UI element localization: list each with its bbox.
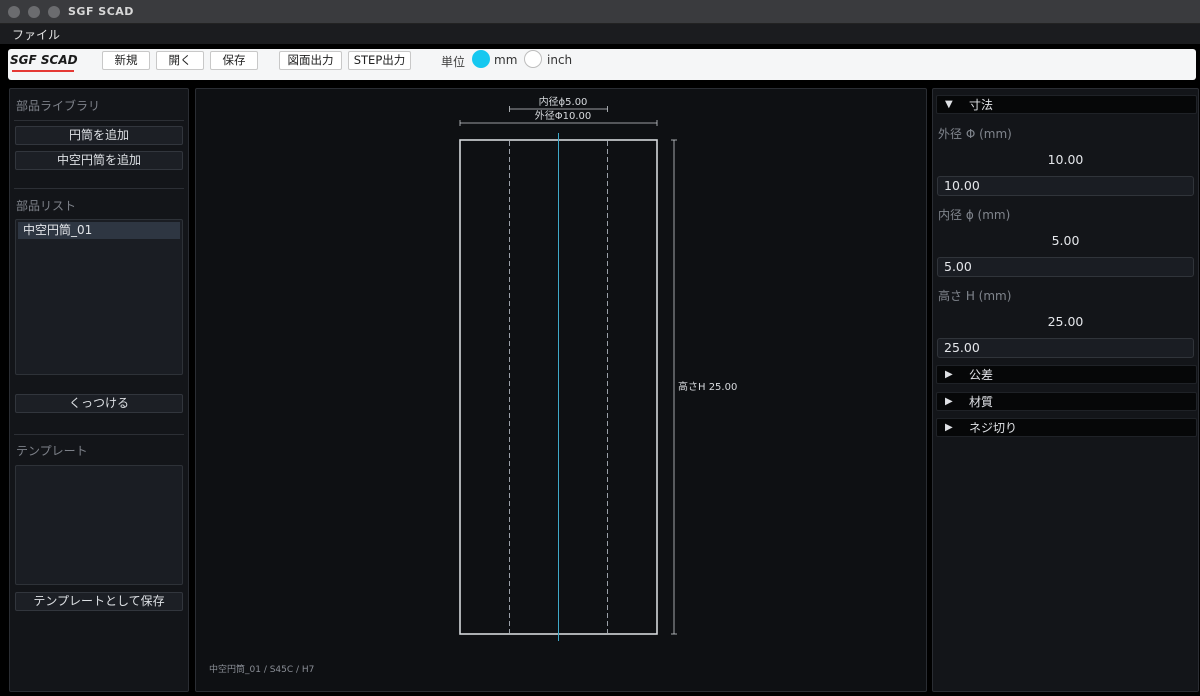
parts-list-title: 部品リスト xyxy=(16,199,77,213)
zoom-window-icon[interactable] xyxy=(48,6,60,18)
menu-bar: ファイル xyxy=(0,24,1200,44)
close-window-icon[interactable] xyxy=(8,6,20,18)
minimize-window-icon[interactable] xyxy=(28,6,40,18)
drawing-svg: 内径ϕ5.00 外径Φ10.00 高さH 25.00 xyxy=(459,95,737,641)
outer-diameter-input[interactable]: 10.00 xyxy=(937,176,1194,196)
material-header-label: 材質 xyxy=(969,395,994,409)
triangle-down-icon: ▼ xyxy=(945,99,953,110)
parts-library-title: 部品ライブラリ xyxy=(16,99,101,113)
menu-file[interactable]: ファイル xyxy=(12,26,60,43)
template-title: テンプレート xyxy=(16,444,88,458)
triangle-right-icon: ▶ xyxy=(945,396,953,407)
properties-panel: ▼ 寸法 外径 Φ (mm) 10.00 10.00 内径 ϕ (mm) 5.0… xyxy=(932,88,1199,692)
toolbar: SGF SCAD 新規 開く 保存 図面出力 STEP出力 単位 mm inch xyxy=(8,49,1196,80)
thread-accordion[interactable]: ▶ ネジ切り xyxy=(936,418,1197,437)
triangle-right-icon: ▶ xyxy=(945,422,953,433)
inner-diameter-value: 5.00 xyxy=(1051,233,1080,248)
unit-mm-label[interactable]: mm xyxy=(494,53,517,67)
brand-logo: SGF SCAD xyxy=(10,53,78,67)
save-button[interactable]: 保存 xyxy=(210,51,258,70)
inner-diameter-input[interactable]: 5.00 xyxy=(937,257,1194,277)
attach-button[interactable]: くっつける xyxy=(15,394,183,413)
outer-diameter-label: 外径 Φ (mm) xyxy=(938,127,1012,141)
left-panel: 部品ライブラリ 円筒を追加 中空円筒を追加 部品リスト 中空円筒_01 くっつけ… xyxy=(9,88,189,692)
inner-dimension-text: 内径ϕ5.00 xyxy=(539,95,588,108)
dimensions-header-label: 寸法 xyxy=(969,98,994,112)
triangle-right-icon: ▶ xyxy=(945,369,953,380)
height-dimension-text: 高さH 25.00 xyxy=(678,380,737,393)
template-list[interactable] xyxy=(15,465,183,585)
parts-list[interactable]: 中空円筒_01 xyxy=(15,219,183,375)
add-hollow-cylinder-button[interactable]: 中空円筒を追加 xyxy=(15,151,183,170)
thread-header-label: ネジ切り xyxy=(969,421,1018,435)
unit-inch-label[interactable]: inch xyxy=(547,53,572,67)
drawing-canvas[interactable]: 内径ϕ5.00 外径Φ10.00 高さH 25.00 中空円筒_01 / S45… xyxy=(195,88,927,692)
height-value: 25.00 xyxy=(1047,314,1084,329)
save-template-button[interactable]: テンプレートとして保存 xyxy=(15,592,183,611)
inner-diameter-label: 内径 ϕ (mm) xyxy=(938,208,1011,222)
add-cylinder-button[interactable]: 円筒を追加 xyxy=(15,126,183,145)
unit-inch-radio[interactable] xyxy=(524,50,542,68)
open-button[interactable]: 開く xyxy=(156,51,204,70)
divider xyxy=(14,434,184,435)
list-item[interactable]: 中空円筒_01 xyxy=(18,222,180,239)
tolerance-header-label: 公差 xyxy=(969,368,994,382)
outer-diameter-value: 10.00 xyxy=(1047,152,1084,167)
window-title: SGF SCAD xyxy=(68,5,134,18)
material-accordion[interactable]: ▶ 材質 xyxy=(936,392,1197,411)
unit-label: 単位 xyxy=(441,55,466,69)
title-bar: SGF SCAD xyxy=(0,0,1200,24)
drawing-export-button[interactable]: 図面出力 xyxy=(279,51,342,70)
outer-dimension-text: 外径Φ10.00 xyxy=(535,109,592,122)
brand-underline xyxy=(12,70,74,72)
unit-mm-radio[interactable] xyxy=(472,50,490,68)
tolerance-accordion[interactable]: ▶ 公差 xyxy=(936,365,1197,384)
height-label: 高さ H (mm) xyxy=(938,289,1012,303)
divider xyxy=(14,188,184,189)
part-info-footer: 中空円筒_01 / S45C / H7 xyxy=(209,665,315,675)
step-export-button[interactable]: STEP出力 xyxy=(348,51,411,70)
new-button[interactable]: 新規 xyxy=(102,51,150,70)
dimensions-accordion[interactable]: ▼ 寸法 xyxy=(936,95,1197,114)
divider xyxy=(14,120,184,121)
height-input[interactable]: 25.00 xyxy=(937,338,1194,358)
